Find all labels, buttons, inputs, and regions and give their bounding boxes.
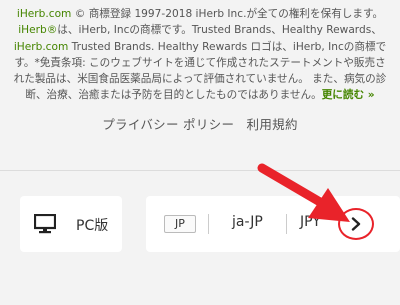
footer-links: プライバシー ポリシー 利用規約	[0, 114, 400, 133]
read-more-link[interactable]: 更に読む »	[322, 89, 375, 101]
monitor-icon	[34, 214, 56, 234]
legal-text: は、iHerb, Incの商標です。Trusted Brands、Healthy…	[57, 24, 382, 37]
terms-of-use-link[interactable]: 利用規約	[247, 117, 298, 132]
legal-text: © 商標登録 1997-2018 iHerb Inc.が全ての権利を保有します。	[71, 8, 384, 20]
brand-link[interactable]: iHerb.com	[14, 41, 69, 53]
country-badge[interactable]: JP	[164, 215, 196, 233]
privacy-policy-link[interactable]: プライバシー ポリシー	[102, 117, 234, 132]
brand-link[interactable]: iHerb.com	[17, 8, 72, 20]
pc-version-label: PC版	[76, 218, 109, 234]
annotation-arrow-icon	[257, 163, 350, 222]
separator	[208, 214, 209, 234]
pc-version-button[interactable]: PC版	[20, 196, 122, 252]
brand-link[interactable]: iHerb®	[18, 24, 57, 36]
legal-notice: iHerb.com © 商標登録 1997-2018 iHerb Inc.が全て…	[10, 6, 390, 104]
